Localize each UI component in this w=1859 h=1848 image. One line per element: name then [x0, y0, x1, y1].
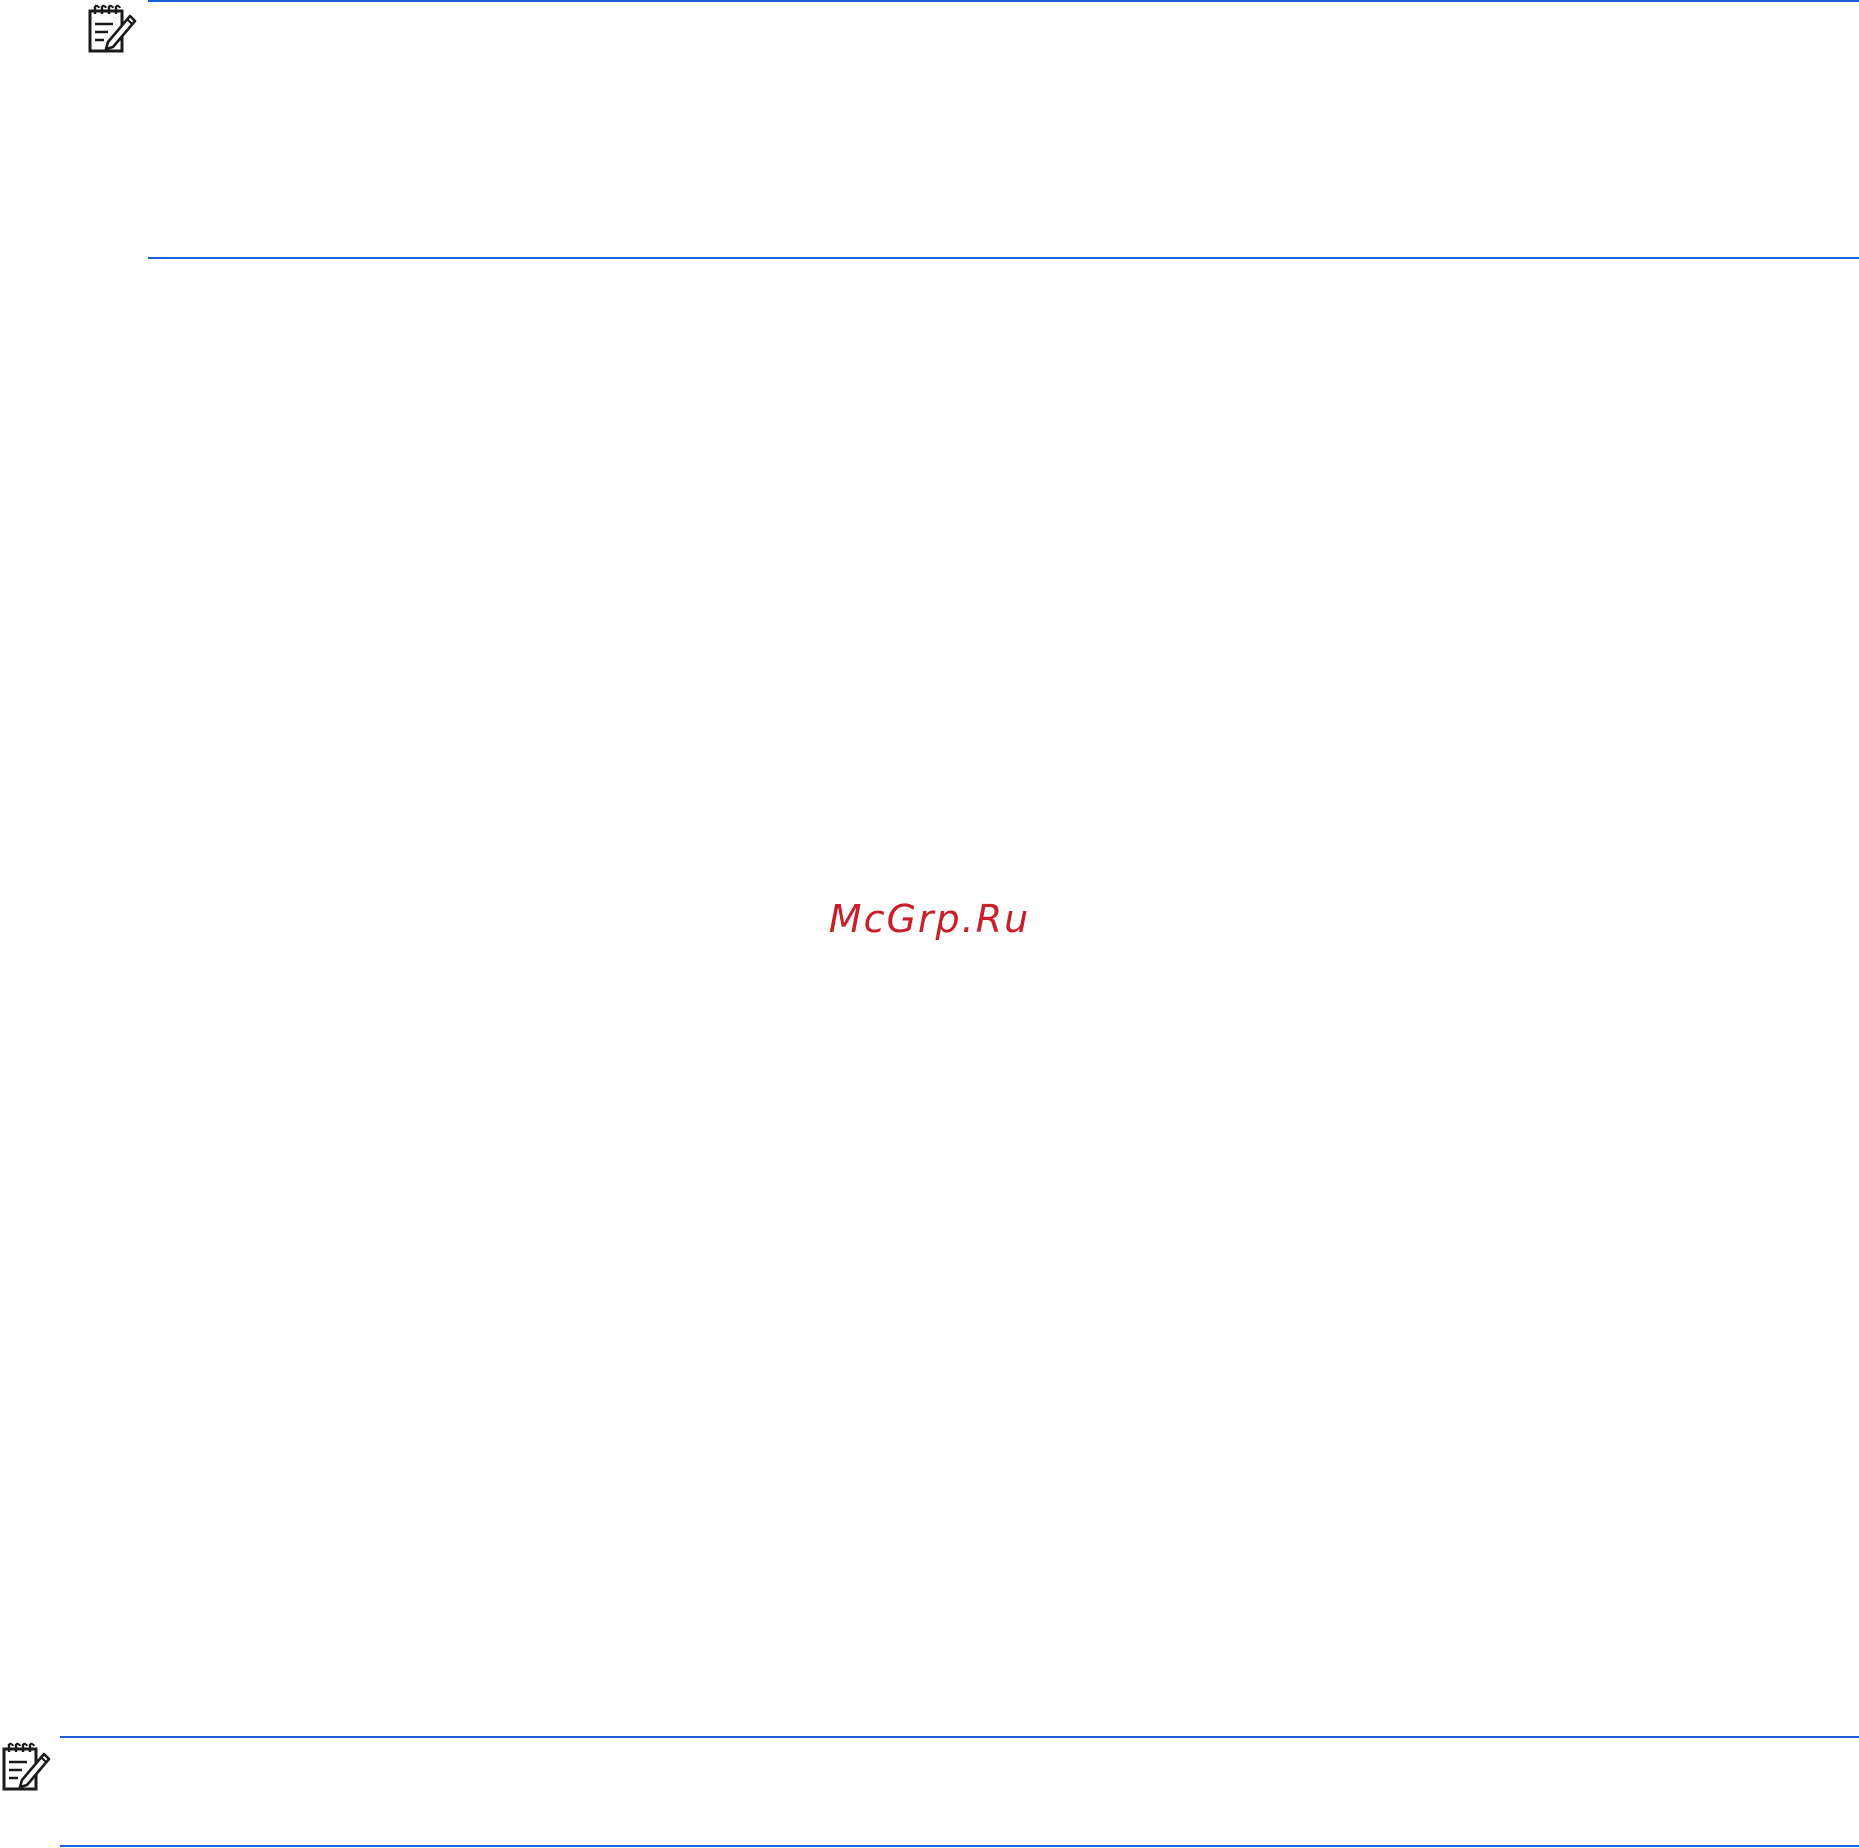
note-bottom-rule: [60, 1845, 1859, 1847]
note-pencil-icon: [0, 1740, 52, 1792]
note-bottom-rule: [148, 257, 1859, 259]
note-body: [60, 1738, 1859, 1844]
note-body: [148, 2, 1859, 256]
note-pencil-icon: [86, 2, 138, 54]
watermark-text: McGrp.Ru: [828, 897, 1031, 941]
